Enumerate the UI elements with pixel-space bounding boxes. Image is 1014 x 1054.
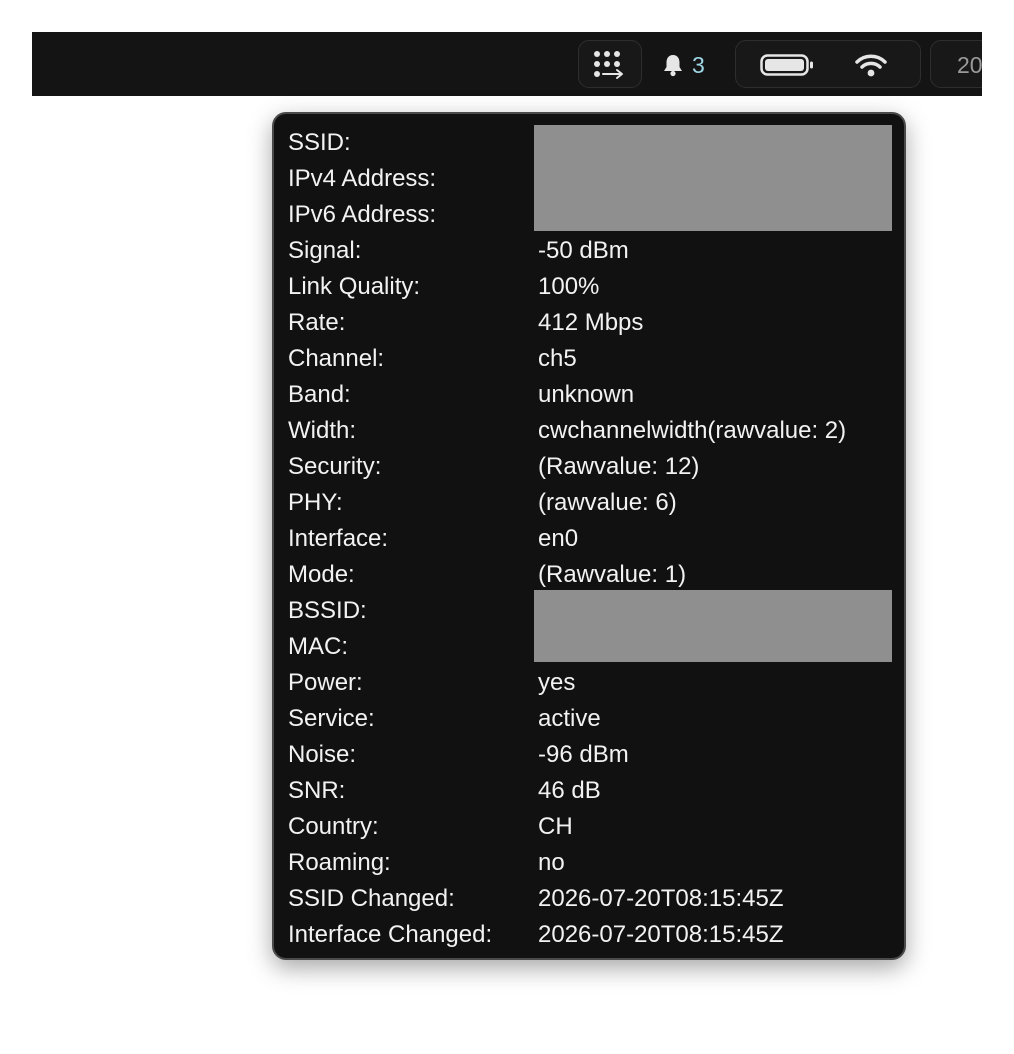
detail-label: SSID: (288, 129, 351, 156)
battery-icon[interactable] (760, 54, 814, 76)
detail-label: Interface Changed: (288, 921, 493, 948)
detail-label: Country: (288, 813, 379, 840)
detail-label: Signal: (288, 237, 362, 264)
detail-value: 46 dB (538, 777, 601, 804)
detail-row-service: Service: active (288, 701, 888, 737)
detail-value: -96 dBm (538, 741, 629, 768)
detail-value: ch5 (538, 345, 577, 372)
detail-value: (Rawvalue: 12) (538, 453, 700, 480)
status-group (735, 40, 921, 88)
detail-label: BSSID: (288, 597, 367, 624)
bell-icon (664, 55, 682, 77)
detail-row-rate: Rate: 412 Mbps (288, 305, 888, 341)
menu-bar: 3 20 (32, 32, 982, 96)
detail-row-signal: Signal: -50 dBm (288, 233, 888, 269)
detail-label: SNR: (288, 777, 346, 804)
detail-value: 2026-07-20T08:15:45Z (538, 921, 784, 948)
detail-value: yes (538, 669, 576, 696)
detail-row-interface: Interface: en0 (288, 521, 888, 557)
detail-label: PHY: (288, 489, 343, 516)
detail-row-snr: SNR: 46 dB (288, 773, 888, 809)
detail-value: (Rawvalue: 1) (538, 561, 687, 588)
detail-row-interface-changed: Interface Changed: 2026-07-20T08:15:45Z (288, 917, 888, 953)
apps-launcher-button[interactable] (578, 40, 642, 88)
detail-row-width: Width: cwchannelwidth(rawvalue: 2) (288, 413, 888, 449)
detail-label: Rate: (288, 309, 346, 336)
detail-label: Power: (288, 669, 363, 696)
detail-value: unknown (538, 381, 635, 408)
detail-label: Mode: (288, 561, 355, 588)
wifi-icon[interactable] (854, 53, 888, 79)
detail-label: IPv6 Address: (288, 201, 437, 228)
detail-label: Interface: (288, 525, 389, 552)
detail-value: 2026-07-20T08:15:45Z (538, 885, 784, 912)
detail-label: Security: (288, 453, 382, 480)
details-list: SSID: IPv4 Address: IPv6 Address: Signal… (288, 125, 888, 953)
detail-value: (rawvalue: 6) (538, 489, 677, 516)
detail-label: Band: (288, 381, 351, 408)
detail-label: Service: (288, 705, 375, 732)
detail-row-country: Country: CH (288, 809, 888, 845)
detail-row-phy: PHY: (rawvalue: 6) (288, 485, 888, 521)
detail-row-security: Security: (Rawvalue: 12) (288, 449, 888, 485)
clock-button[interactable]: 20 (930, 40, 982, 88)
detail-row-mode: Mode: (Rawvalue: 1) (288, 557, 888, 593)
detail-label: Channel: (288, 345, 385, 372)
notifications-button[interactable]: 3 (662, 50, 705, 80)
detail-value: -50 dBm (538, 237, 629, 264)
detail-label: Noise: (288, 741, 357, 768)
clock-text: 20 (957, 52, 982, 78)
detail-label: Roaming: (288, 849, 391, 876)
detail-row-link-quality: Link Quality: 100% (288, 269, 888, 305)
redacted-hardware-info (534, 590, 892, 662)
detail-label: IPv4 Address: (288, 165, 437, 192)
wifi-details-popover: SSID: IPv4 Address: IPv6 Address: Signal… (272, 112, 906, 960)
notification-count: 3 (692, 52, 705, 78)
detail-value: active (538, 705, 601, 732)
detail-value: 412 Mbps (538, 309, 644, 336)
detail-row-ssid-changed: SSID Changed: 2026-07-20T08:15:45Z (288, 881, 888, 917)
detail-value: cwchannelwidth(rawvalue: 2) (538, 417, 847, 444)
apps-grid-icon (594, 51, 623, 79)
detail-row-band: Band: unknown (288, 377, 888, 413)
detail-row-noise: Noise: -96 dBm (288, 737, 888, 773)
detail-row-power: Power: yes (288, 665, 888, 701)
detail-value: 100% (538, 273, 600, 300)
detail-label: SSID Changed: (288, 885, 455, 912)
detail-value: no (538, 849, 565, 876)
detail-label: MAC: (288, 633, 348, 660)
detail-row-roaming: Roaming: no (288, 845, 888, 881)
redacted-network-info (534, 125, 892, 231)
detail-row-channel: Channel: ch5 (288, 341, 888, 377)
detail-label: Width: (288, 417, 357, 444)
detail-value: CH (538, 813, 573, 840)
detail-value: en0 (538, 525, 579, 552)
detail-label: Link Quality: (288, 273, 421, 300)
